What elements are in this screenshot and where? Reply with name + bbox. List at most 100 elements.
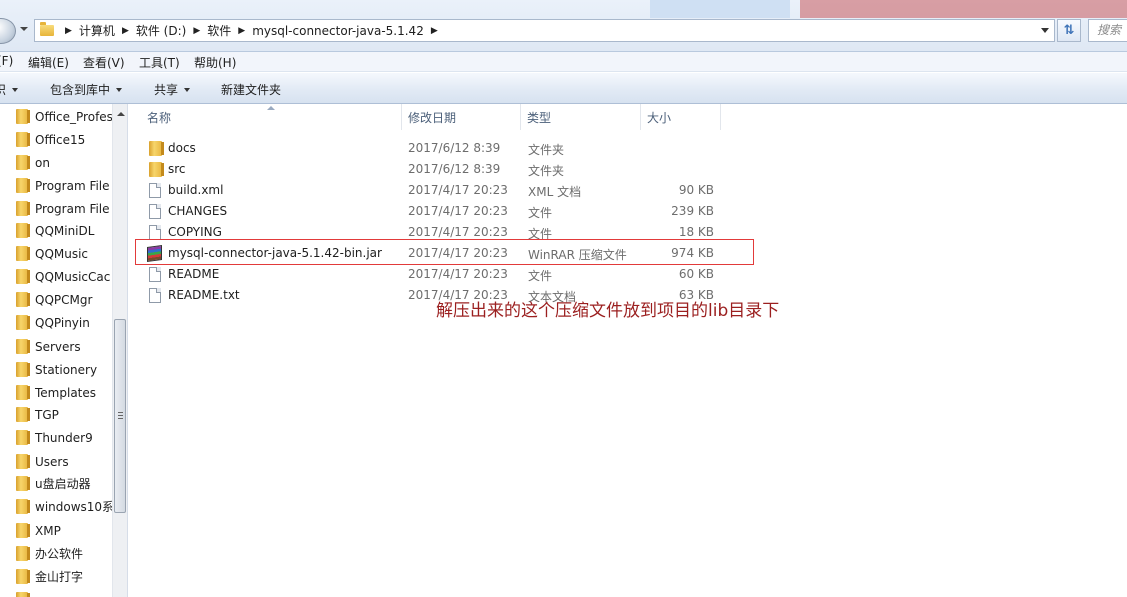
share-label: 共享 — [154, 83, 179, 97]
nav-item-qqpcmgr[interactable]: QQPCMgr — [0, 288, 112, 311]
nav-item-thunder9[interactable]: Thunder9 — [0, 426, 112, 449]
new-folder-label: 新建文件夹 — [221, 83, 282, 97]
file-row-src[interactable]: src 2017/6/12 8:39 文件夹 — [139, 159, 724, 180]
nav-item-office15[interactable]: Office15 — [0, 128, 112, 151]
nav-item-xmp[interactable]: XMP — [0, 519, 112, 542]
include-in-library-button[interactable]: 包含到库中 — [50, 81, 123, 98]
chevron-down-icon — [116, 87, 123, 92]
nav-item-cutoff[interactable] — [0, 588, 112, 597]
folder-icon — [149, 141, 164, 156]
nav-item-on[interactable]: on — [0, 151, 112, 174]
scroll-up-icon[interactable] — [117, 112, 125, 116]
nav-item-label: Office15 — [35, 132, 86, 147]
menu-view[interactable]: 查看(V) — [83, 54, 125, 71]
chevron-right-icon[interactable]: ▶ — [238, 26, 245, 36]
file-name: README — [168, 267, 220, 281]
nav-item-kingsoft-typing[interactable]: 金山打字 — [0, 565, 112, 588]
menu-help[interactable]: 帮助(H) — [194, 54, 236, 71]
nav-item-servers[interactable]: Servers — [0, 335, 112, 358]
file-type: 文件夹 — [528, 164, 565, 178]
nav-item-qqmusic[interactable]: QQMusic — [0, 242, 112, 265]
nav-item-label: Program File — [35, 201, 110, 216]
column-header-name[interactable]: 名称 — [141, 104, 402, 130]
breadcrumb-drive-d[interactable]: 软件 (D:) — [136, 22, 186, 39]
file-row-readme[interactable]: README 2017/4/17 20:23 文件 60 KB — [139, 264, 724, 285]
nav-item-label: 办公软件 — [35, 547, 84, 561]
chevron-right-icon[interactable]: ▶ — [431, 26, 438, 36]
address-history-dropdown-icon[interactable] — [1041, 28, 1049, 33]
file-row-build-xml[interactable]: build.xml 2017/4/17 20:23 XML 文档 90 KB — [139, 180, 724, 201]
folder-icon — [16, 315, 30, 330]
nav-item-program-files-2[interactable]: Program File — [0, 197, 112, 220]
scrollbar-thumb[interactable] — [114, 319, 126, 513]
recent-pages-dropdown-icon[interactable] — [20, 27, 28, 31]
folder-icon — [16, 339, 30, 354]
nav-pane-scrollbar[interactable] — [112, 104, 127, 597]
navigation-pane: Office_Profes Office15 on Program File P… — [0, 104, 128, 597]
organize-button[interactable]: 织 — [0, 81, 19, 98]
file-date: 2017/4/17 20:23 — [408, 204, 508, 218]
folder-icon — [16, 546, 30, 561]
nav-item-qqpinyin[interactable]: QQPinyin — [0, 311, 112, 334]
folder-icon — [16, 292, 30, 307]
nav-item-users[interactable]: Users — [0, 450, 112, 473]
file-size: 90 KB — [678, 183, 714, 197]
file-name: build.xml — [168, 183, 224, 197]
nav-item-usb-launcher[interactable]: u盘启动器 — [0, 472, 112, 495]
nav-item-templates[interactable]: Templates — [0, 381, 112, 404]
folder-icon — [16, 362, 30, 377]
nav-item-label: QQPCMgr — [35, 292, 93, 307]
nav-item-stationery[interactable]: Stationery — [0, 358, 112, 381]
folder-icon — [16, 132, 30, 147]
menu-file[interactable]: (F) — [0, 54, 13, 68]
background-window-strip-red — [800, 0, 1127, 18]
column-header-size[interactable]: 大小 — [641, 104, 721, 130]
background-window-strip — [650, 0, 790, 18]
chevron-right-icon[interactable]: ▶ — [122, 26, 129, 36]
nav-item-label: XMP — [35, 523, 61, 538]
nav-item-windows10[interactable]: windows10系 — [0, 495, 112, 518]
nav-item-qqmusiccache[interactable]: QQMusicCac — [0, 265, 112, 288]
file-type: 文件夹 — [528, 143, 565, 157]
breadcrumb-software[interactable]: 软件 — [207, 22, 231, 39]
nav-item-label: Thunder9 — [35, 430, 93, 445]
folder-icon — [40, 22, 54, 36]
file-type: XML 文档 — [528, 185, 582, 199]
menu-tools[interactable]: 工具(T) — [139, 54, 180, 71]
file-row-changes[interactable]: CHANGES 2017/4/17 20:23 文件 239 KB — [139, 201, 724, 222]
grip-icon — [118, 412, 123, 419]
file-size: 60 KB — [678, 267, 714, 281]
file-row-docs[interactable]: docs 2017/6/12 8:39 文件夹 — [139, 138, 724, 159]
folder-icon — [16, 523, 30, 538]
folder-icon — [16, 499, 30, 514]
command-bar: 织 包含到库中 共享 新建文件夹 — [0, 73, 1127, 104]
organize-label: 织 — [0, 83, 7, 97]
refresh-button[interactable]: ⇅ — [1057, 19, 1081, 42]
nav-item-office-profes[interactable]: Office_Profes — [0, 105, 112, 128]
share-button[interactable]: 共享 — [154, 81, 191, 98]
column-header-type[interactable]: 类型 — [521, 104, 641, 130]
breadcrumb-computer[interactable]: 计算机 — [79, 22, 115, 39]
nav-item-label: QQMusic — [35, 246, 89, 261]
new-folder-button[interactable]: 新建文件夹 — [221, 81, 281, 98]
back-button[interactable] — [0, 18, 16, 44]
folder-icon — [16, 407, 30, 422]
breadcrumb-current-folder[interactable]: mysql-connector-java-5.1.42 — [252, 24, 424, 38]
nav-item-label: windows10系 — [35, 500, 112, 514]
nav-item-office-software[interactable]: 办公软件 — [0, 542, 112, 565]
chevron-down-icon — [12, 87, 19, 92]
column-header-date[interactable]: 修改日期 — [402, 104, 521, 130]
nav-item-program-files-1[interactable]: Program File — [0, 174, 112, 197]
chevron-right-icon[interactable]: ▶ — [65, 26, 72, 36]
file-name: CHANGES — [168, 204, 228, 218]
breadcrumb[interactable]: ▶ 计算机 ▶ 软件 (D:) ▶ 软件 ▶ mysql-connector-j… — [34, 19, 1055, 42]
chevron-right-icon[interactable]: ▶ — [193, 26, 200, 36]
search-input[interactable]: 搜索 — [1088, 19, 1127, 42]
nav-item-qqminidl[interactable]: QQMiniDL — [0, 219, 112, 242]
menu-edit[interactable]: 编辑(E) — [28, 54, 69, 71]
file-list: 名称 修改日期 类型 大小 docs 2017/6/12 8:39 文件夹 sr… — [129, 104, 1127, 597]
annotation-highlight-box — [135, 239, 754, 265]
folder-icon — [16, 155, 30, 170]
nav-item-tgp[interactable]: TGP — [0, 403, 112, 426]
nav-item-label: Office_Profes — [35, 109, 112, 124]
